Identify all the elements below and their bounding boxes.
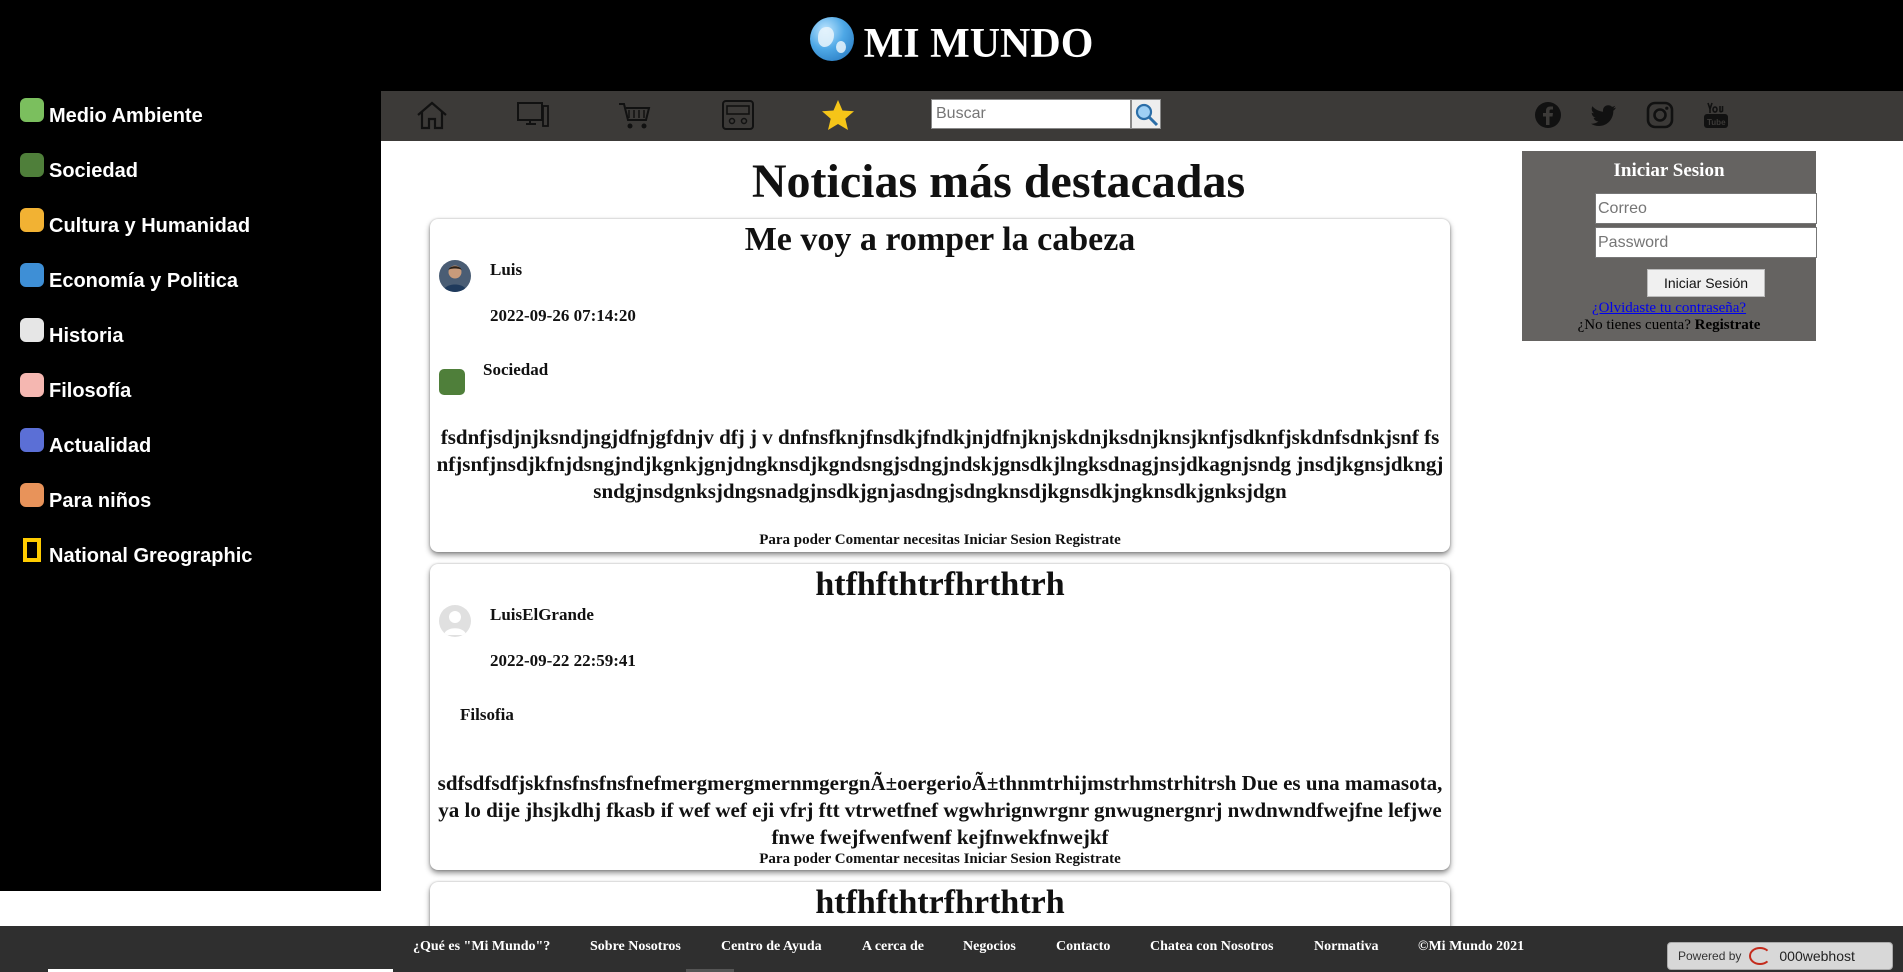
post-date: 2022-09-22 22:59:41	[490, 651, 636, 670]
people-icon	[20, 153, 44, 177]
svg-text:Tube: Tube	[1707, 118, 1726, 127]
comment-notice: Para poder Comentar necesitas Iniciar Se…	[759, 851, 1121, 867]
sidebar-item-label: Cultura y Humanidad	[49, 214, 251, 237]
powered-label: Powered by	[1678, 949, 1742, 963]
comment-notice: Para poder Comentar necesitas Iniciar Se…	[759, 532, 1121, 548]
twitter-icon[interactable]	[1590, 101, 1618, 129]
star-icon[interactable]	[820, 98, 856, 132]
theater-masks-icon	[20, 208, 44, 232]
people-icon	[439, 369, 465, 395]
footer: ¿Qué es "Mi Mundo"? Sobre Nosotros Centr…	[0, 926, 1903, 972]
site-title-text: MI MUNDO	[863, 21, 1094, 67]
sidebar-item-label: Actualidad	[49, 434, 152, 457]
login-title: Iniciar Sesion	[1613, 160, 1725, 181]
nav-bar: Tube	[381, 91, 1903, 141]
cart-icon[interactable]	[617, 98, 653, 132]
post-body: fsdnfjsdjnjksndjngjdfnjgfdnjv dfj j v dn…	[436, 425, 1444, 503]
password-field[interactable]	[1595, 227, 1817, 258]
sidebar-item-national-geographic[interactable]: National Greographic	[20, 538, 253, 573]
sidebar-item-para-ninos[interactable]: Para niños	[20, 483, 152, 518]
search-button[interactable]	[1131, 99, 1161, 129]
children-icon	[20, 483, 44, 507]
login-button[interactable]: Iniciar Sesión	[1647, 269, 1765, 297]
search-input[interactable]	[931, 99, 1131, 129]
post-title[interactable]: htfhfthtrfhrthtrh	[430, 883, 1450, 923]
sidebar-item-cultura[interactable]: Cultura y Humanidad	[20, 208, 251, 243]
powered-brand: 000webhost	[1779, 948, 1855, 964]
sidebar-item-sociedad[interactable]: Sociedad	[20, 153, 138, 188]
footer-link-chatea[interactable]: Chatea con Nosotros	[1150, 939, 1273, 955]
sidebar-item-label: Medio Ambiente	[49, 104, 203, 127]
sidebar-item-label: National Greographic	[49, 544, 253, 567]
sidebar-item-label: Filosofía	[49, 379, 132, 402]
avatar[interactable]	[439, 605, 471, 637]
post-category[interactable]: Filsofia	[460, 705, 514, 725]
register-link[interactable]: Registrate	[1695, 317, 1761, 333]
news-card: htfhfthtrfhrthtrh LuisElGrande 2022-09-2…	[430, 564, 1450, 870]
sidebar-item-economia[interactable]: Economía y Politica	[20, 263, 238, 298]
post-category[interactable]: Sociedad	[483, 360, 548, 380]
news-card: Me voy a romper la cabeza Luis 2022-09-2…	[430, 219, 1450, 552]
sidebar-item-label: Para niños	[49, 489, 152, 512]
post-body: sdfsdfsdfjskfnsfnsfnsfnefmergmergmernmge…	[437, 771, 1443, 849]
column-icon	[20, 318, 44, 342]
post-date: 2022-09-26 07:14:20	[490, 306, 636, 325]
footer-link-que-es[interactable]: ¿Qué es "Mi Mundo"?	[413, 939, 550, 955]
page-title: Noticias más destacadas	[751, 155, 1246, 208]
forgot-password-link[interactable]: ¿Olvidaste tu contraseña?	[1522, 300, 1816, 317]
avatar[interactable]	[439, 260, 471, 292]
footer-link-contacto[interactable]: Contacto	[1056, 939, 1110, 955]
youtube-icon[interactable]: Tube	[1702, 101, 1730, 129]
console-icon[interactable]	[720, 98, 756, 132]
powered-by-badge[interactable]: Powered by 000webhost	[1667, 942, 1893, 970]
footer-link-negocios[interactable]: Negocios	[963, 939, 1016, 955]
sidebar-item-label: Historia	[49, 324, 124, 347]
post-title[interactable]: Me voy a romper la cabeza	[430, 220, 1450, 260]
footer-link-centro-ayuda[interactable]: Centro de Ayuda	[721, 939, 822, 955]
sidebar-item-label: Economía y Politica	[49, 269, 238, 292]
footer-link-normativa[interactable]: Normativa	[1314, 939, 1379, 955]
globe-money-icon	[20, 263, 44, 287]
sidebar-item-actualidad[interactable]: Actualidad	[20, 428, 152, 463]
site-title[interactable]: MI MUNDO	[0, 14, 1903, 74]
natgeo-frame-icon	[23, 538, 41, 562]
sidebar-item-historia[interactable]: Historia	[20, 318, 124, 353]
network-icon	[20, 428, 44, 452]
site-header: MI MUNDO	[0, 0, 1903, 91]
post-author[interactable]: LuisElGrande	[490, 605, 594, 625]
sidebar-item-medio-ambiente[interactable]: Medio Ambiente	[20, 98, 203, 133]
post-author[interactable]: Luis	[490, 260, 522, 280]
instagram-icon[interactable]	[1646, 101, 1674, 129]
facebook-icon[interactable]	[1534, 101, 1562, 129]
computer-icon[interactable]	[515, 98, 551, 132]
email-field[interactable]	[1595, 193, 1817, 224]
sidebar: Medio Ambiente Sociedad Cultura y Humani…	[0, 91, 381, 891]
login-panel: Iniciar Sesion Iniciar Sesión ¿Olvidaste…	[1522, 151, 1817, 341]
sidebar-item-filosofia[interactable]: Filosofía	[20, 373, 132, 408]
no-account-text: ¿No tienes cuenta?	[1577, 317, 1691, 333]
thinker-icon	[20, 373, 44, 397]
home-icon[interactable]	[414, 98, 450, 132]
search-icon	[1135, 103, 1159, 127]
footer-link-acerca-de[interactable]: A cerca de	[862, 939, 924, 955]
footer-link-sobre-nosotros[interactable]: Sobre Nosotros	[590, 939, 681, 955]
footer-copyright: ©Mi Mundo 2021	[1418, 939, 1525, 954]
post-title[interactable]: htfhfthtrfhrthtrh	[430, 565, 1450, 605]
webhost-logo-icon	[1749, 947, 1772, 965]
tree-icon	[20, 98, 44, 122]
globe-icon	[809, 17, 854, 61]
sidebar-item-label: Sociedad	[49, 159, 138, 182]
register-line: ¿No tienes cuenta? Registrate	[1522, 317, 1816, 334]
